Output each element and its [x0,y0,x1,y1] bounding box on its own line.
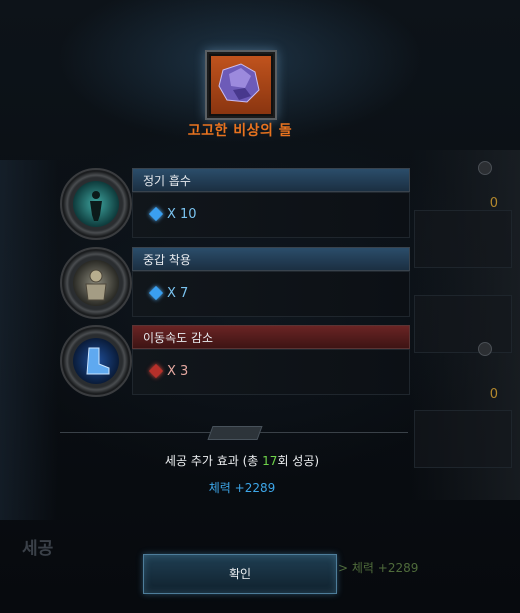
engraving-count-value: X 10 [167,207,197,222]
blue-boot-icon [73,338,119,384]
background-number: 0 [489,196,498,211]
engraving-count-panel: X 7 [132,271,410,317]
armored-knight-icon [73,260,119,306]
engraving-count: X 3 [148,363,189,379]
engraving-count: X 7 [148,285,189,301]
bonus-effect-title: 세공 추가 효과 (총 17회 성공) [0,452,484,469]
engraving-name-bar: 중갑 착용 [132,247,410,271]
engraving-name: 정기 흡수 [143,174,191,188]
background-slot [414,295,512,353]
engraving-name: 중갑 착용 [143,253,191,267]
item-icon-frame [205,50,277,120]
engraving-name-bar: 이동속도 감소 [132,325,410,349]
background-number: 0 [489,387,498,402]
red-gem-icon [148,363,164,379]
engraving-row: 중갑 착용 X 7 [58,245,410,319]
engraving-count-panel: X 3 [132,349,410,395]
success-count: 17 [262,454,278,468]
confirm-button[interactable]: 확인 [143,554,337,594]
blue-gem-icon [148,206,164,222]
engraving-icon-ring [60,247,132,319]
engraving-name-bar: 정기 흡수 [132,168,410,192]
engraving-count-panel: X 10 [132,192,410,238]
bonus-effect-suffix: 회 성공) [277,454,320,468]
engraving-row: 이동속도 감소 X 3 [58,323,410,397]
divider-ornament [207,426,263,440]
background-effect-text: > 체력 +2289 [338,561,419,575]
dark-figure-icon [73,181,119,227]
engraving-name: 이동속도 감소 [143,331,214,345]
item-name: 고고한 비상의 돌 [187,123,293,139]
background-dot-icon [478,161,492,175]
engraving-row: 정기 흡수 X 10 [58,166,410,240]
background-slot [414,210,512,268]
engraving-icon-ring [60,325,132,397]
bonus-effect-value: 체력 +2289 [208,481,276,495]
engraving-icon-ring [60,168,132,240]
engraving-count-value: X 7 [167,286,189,301]
amethyst-stone-icon [211,56,271,114]
background-dot-icon [478,342,492,356]
engraving-count: X 10 [148,206,197,222]
engraving-count-value: X 3 [167,364,189,379]
bonus-effect-prefix: 세공 추가 효과 (총 [164,454,263,468]
section-divider [60,425,408,440]
background-label: 세공 [22,539,54,559]
blue-gem-icon [148,285,164,301]
